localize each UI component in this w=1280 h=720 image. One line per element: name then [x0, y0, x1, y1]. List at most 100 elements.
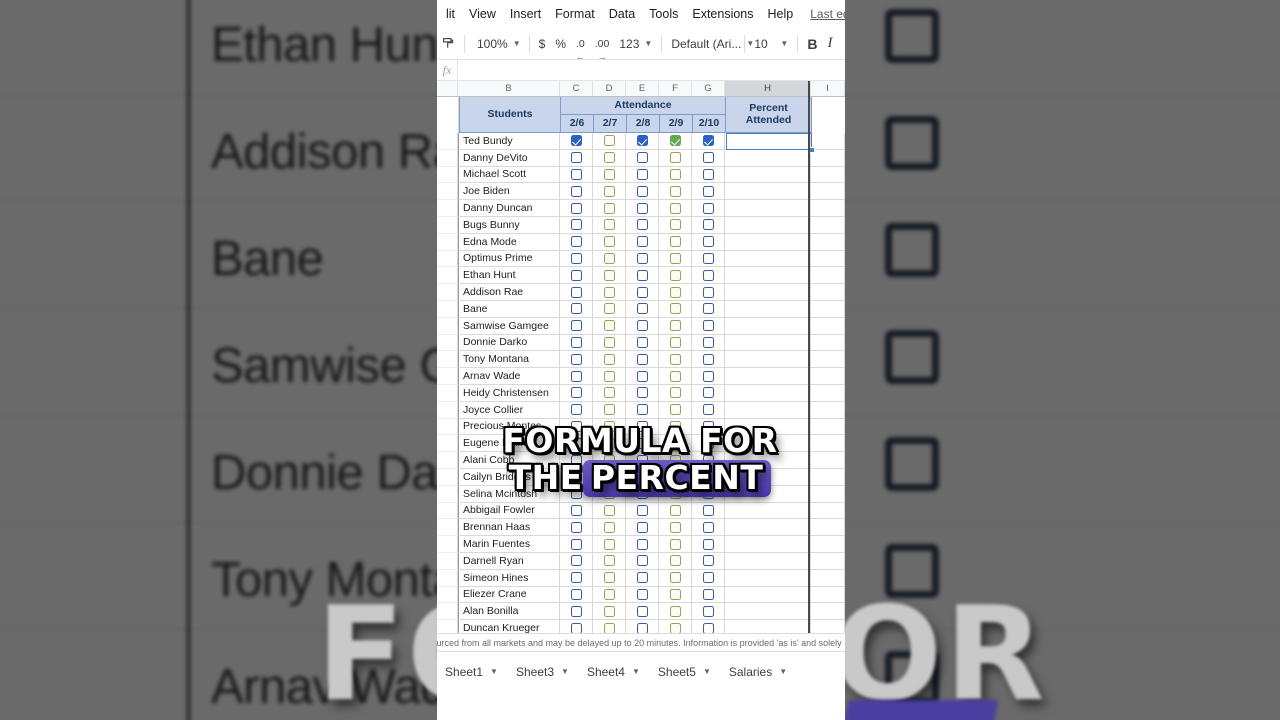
- last-edit-status[interactable]: Last edit was s: [810, 7, 845, 21]
- checkbox-icon[interactable]: [702, 135, 714, 147]
- checkbox-icon[interactable]: [636, 488, 648, 500]
- currency-format-button[interactable]: $: [534, 31, 551, 57]
- attendance-cell[interactable]: [593, 620, 626, 633]
- attendance-cell[interactable]: [626, 502, 659, 520]
- checkbox-icon[interactable]: [603, 135, 615, 147]
- row-header[interactable]: [437, 284, 458, 301]
- attendance-cell[interactable]: [560, 620, 593, 633]
- attendance-cell[interactable]: [692, 351, 725, 369]
- attendance-cell[interactable]: [560, 250, 593, 268]
- student-name-cell[interactable]: Selina Mcintosh: [458, 485, 560, 503]
- attendance-cell[interactable]: [659, 334, 692, 352]
- checkbox-icon[interactable]: [702, 605, 714, 617]
- checkbox-icon[interactable]: [669, 168, 681, 180]
- checkbox-icon[interactable]: [702, 152, 714, 164]
- column-i-cell[interactable]: [811, 351, 845, 369]
- attendance-cell[interactable]: [593, 485, 626, 503]
- checkbox-icon[interactable]: [570, 219, 582, 231]
- checkbox-icon[interactable]: [570, 387, 582, 399]
- student-name-cell[interactable]: Brennan Haas: [458, 519, 560, 537]
- student-name-cell[interactable]: Cailyn Bridges: [458, 468, 560, 486]
- attendance-cell[interactable]: [626, 519, 659, 537]
- attendance-cell[interactable]: [659, 485, 692, 503]
- percent-attended-cell[interactable]: [725, 368, 811, 385]
- checkbox-icon[interactable]: [702, 303, 714, 315]
- checkbox-icon[interactable]: [702, 387, 714, 399]
- checkbox-icon[interactable]: [702, 185, 714, 197]
- attendance-cell[interactable]: [560, 418, 593, 436]
- checkbox-icon[interactable]: [702, 471, 714, 483]
- attendance-cell[interactable]: [659, 552, 692, 570]
- attendance-cell[interactable]: [560, 166, 593, 184]
- attendance-cell[interactable]: [659, 502, 692, 520]
- checkbox-icon[interactable]: [570, 437, 582, 449]
- row-header[interactable]: [437, 502, 458, 520]
- attendance-cell[interactable]: [659, 435, 692, 453]
- checkbox-icon[interactable]: [669, 269, 681, 281]
- column-i-cell[interactable]: [811, 536, 845, 553]
- checkbox-icon[interactable]: [669, 588, 681, 600]
- font-size-selector[interactable]: 10 ▼: [749, 31, 793, 57]
- checkbox-icon[interactable]: [669, 437, 681, 449]
- checkbox-icon[interactable]: [603, 219, 615, 231]
- percent-attended-cell[interactable]: [725, 267, 811, 285]
- checkbox-icon[interactable]: [669, 387, 681, 399]
- percent-attended-cell[interactable]: [725, 351, 811, 369]
- checkbox-icon[interactable]: [702, 269, 714, 281]
- attendance-cell[interactable]: [626, 351, 659, 369]
- chevron-down-icon[interactable]: ▼: [632, 667, 640, 676]
- checkbox-icon[interactable]: [603, 185, 615, 197]
- attendance-cell[interactable]: [692, 435, 725, 453]
- checkbox-icon[interactable]: [669, 219, 681, 231]
- attendance-cell[interactable]: [593, 200, 626, 217]
- row-header[interactable]: [437, 519, 458, 537]
- percent-attended-cell[interactable]: [725, 468, 811, 486]
- attendance-cell[interactable]: [593, 284, 626, 301]
- checkbox-icon[interactable]: [669, 404, 681, 416]
- attendance-cell[interactable]: [659, 569, 692, 587]
- attendance-cell[interactable]: [560, 216, 593, 234]
- checkbox-icon[interactable]: [603, 572, 615, 584]
- checkbox-icon[interactable]: [702, 572, 714, 584]
- attendance-cell[interactable]: [692, 401, 725, 419]
- row-header[interactable]: [437, 300, 458, 318]
- attendance-cell[interactable]: [593, 133, 626, 150]
- checkbox-icon[interactable]: [669, 252, 681, 264]
- column-i-cell[interactable]: [811, 166, 845, 184]
- student-name-cell[interactable]: Danny Duncan: [458, 200, 560, 217]
- attendance-cell[interactable]: [692, 250, 725, 268]
- menu-item-view[interactable]: View: [462, 4, 503, 24]
- row-header[interactable]: [437, 485, 458, 503]
- column-header-d[interactable]: D: [593, 81, 626, 96]
- row-header[interactable]: [437, 233, 458, 251]
- checkbox-icon[interactable]: [603, 303, 615, 315]
- attendance-cell[interactable]: [659, 149, 692, 167]
- student-name-cell[interactable]: Edna Mode: [458, 233, 560, 251]
- student-name-cell[interactable]: Danny DeVito: [458, 149, 560, 167]
- column-i-cell[interactable]: [811, 284, 845, 301]
- percent-attended-cell[interactable]: [725, 452, 811, 469]
- attendance-cell[interactable]: [626, 468, 659, 486]
- checkbox-icon[interactable]: [702, 336, 714, 348]
- attendance-cell[interactable]: [560, 401, 593, 419]
- chevron-down-icon[interactable]: ▼: [703, 667, 711, 676]
- attendance-cell[interactable]: [659, 183, 692, 201]
- student-name-cell[interactable]: Ethan Hunt: [458, 267, 560, 285]
- row-header[interactable]: [437, 552, 458, 570]
- more-formats-button[interactable]: 123 ▼: [614, 31, 657, 57]
- percent-attended-cell[interactable]: [725, 620, 811, 633]
- checkbox-icon[interactable]: [603, 622, 615, 633]
- row-header[interactable]: [437, 435, 458, 453]
- percent-attended-cell[interactable]: [725, 300, 811, 318]
- checkbox-icon[interactable]: [636, 135, 648, 147]
- checkbox-icon[interactable]: [636, 370, 648, 382]
- attendance-cell[interactable]: [593, 418, 626, 436]
- checkbox-icon[interactable]: [570, 370, 582, 382]
- attendance-cell[interactable]: [692, 519, 725, 537]
- column-header-e[interactable]: E: [626, 81, 659, 96]
- select-all-corner[interactable]: [437, 81, 458, 96]
- checkbox-icon[interactable]: [603, 471, 615, 483]
- row-header[interactable]: [437, 183, 458, 201]
- column-i-cell[interactable]: [811, 603, 845, 621]
- sheet-tab-salaries[interactable]: Salaries ▼: [727, 661, 789, 683]
